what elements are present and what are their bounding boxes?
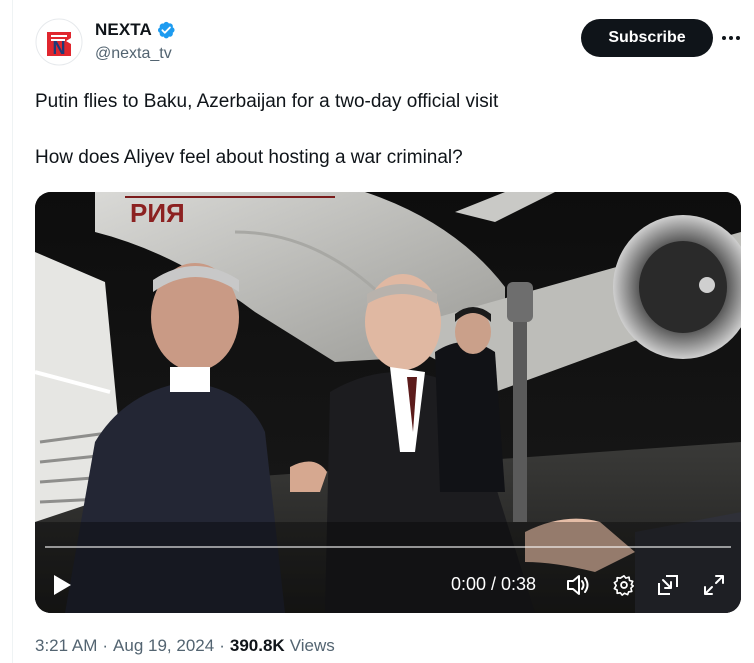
aircraft-lettering: РИЯ [130,198,185,228]
avatar-letter: N [53,38,66,58]
volume-icon [567,575,589,595]
views-label: Views [289,636,335,655]
nexta-logo-icon: N [35,18,83,66]
author-name-row[interactable]: NEXTA [95,20,176,40]
tweet-line-2: How does Aliyev feel about hosting a war… [35,147,463,168]
more-options-button[interactable] [716,28,746,48]
gear-icon [613,575,634,596]
avatar[interactable]: N [35,18,83,66]
tweet-line-1: Putin flies to Baku, Azerbaijan for a tw… [35,91,499,112]
verified-badge-icon [156,20,176,40]
tweet-meta: 3:21 AM · Aug 19, 2024 · 390.8K Views [35,636,335,656]
meta-separator: · [219,636,225,655]
fullscreen-button[interactable] [701,572,727,598]
video-player[interactable]: РИЯ 0:00 / 0:38 [35,192,741,613]
picture-in-picture-button[interactable] [655,572,681,598]
meta-separator: · [102,636,109,655]
more-horizontal-icon [722,36,740,40]
volume-button[interactable] [565,572,591,598]
timeline-divider [12,0,13,663]
picture-in-picture-icon [658,575,678,595]
views-count: 390.8K [229,636,285,655]
author-handle[interactable]: @nexta_tv [95,45,172,63]
tweet-text: Putin flies to Baku, Azerbaijan for a tw… [35,89,735,171]
play-icon [54,575,71,595]
progress-bar[interactable] [45,546,731,548]
video-frame: РИЯ [35,192,741,613]
fullscreen-icon [704,575,724,595]
play-button[interactable] [49,572,75,598]
time-display: 0:00 / 0:38 [451,574,537,594]
display-name[interactable]: NEXTA [95,20,152,40]
subscribe-button[interactable]: Subscribe [581,19,713,57]
settings-button[interactable] [611,572,637,598]
post-date[interactable]: Aug 19, 2024 [113,636,214,656]
post-time[interactable]: 3:21 AM [35,636,97,656]
